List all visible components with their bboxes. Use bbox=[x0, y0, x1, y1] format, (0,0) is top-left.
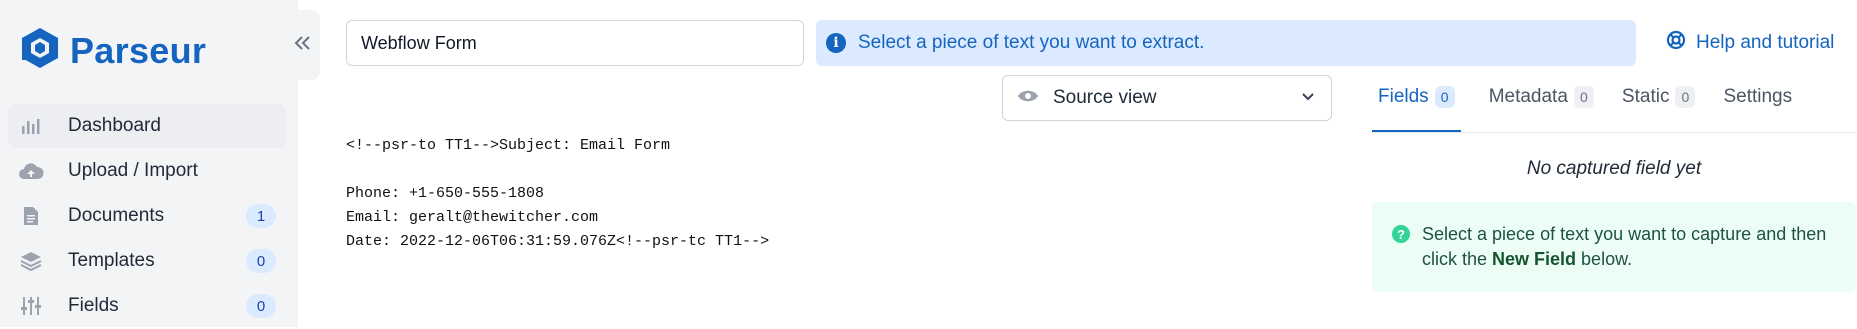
tab-count-badge: 0 bbox=[1434, 86, 1455, 108]
source-line[interactable]: Date: 2022-12-06T06:31:59.076Z<!--psr-tc… bbox=[346, 230, 769, 254]
tab-label: Static bbox=[1621, 86, 1670, 107]
info-banner: i Select a piece of text you want to ext… bbox=[816, 20, 1636, 66]
sidebar-item-label: Documents bbox=[68, 205, 165, 226]
view-mode-label: Source view bbox=[1053, 87, 1157, 108]
tab-count-badge: 0 bbox=[1573, 86, 1594, 108]
capture-help-box: ? Select a piece of text you want to cap… bbox=[1372, 202, 1856, 292]
info-message: Select a piece of text you want to extra… bbox=[858, 32, 1205, 53]
tab-count-badge: 0 bbox=[1675, 86, 1696, 108]
tab-label: Metadata bbox=[1488, 86, 1568, 107]
sidebar-item-label: Fields bbox=[68, 295, 119, 316]
tab-settings[interactable]: Settings bbox=[1723, 80, 1792, 132]
tab-fields[interactable]: Fields 0 bbox=[1372, 80, 1461, 132]
sidebar-item-documents[interactable]: Documents 1 bbox=[8, 194, 286, 238]
capture-help-text: Select a piece of text you want to captu… bbox=[1422, 222, 1836, 292]
collapse-sidebar-button[interactable] bbox=[284, 10, 320, 80]
new-field-emphasis: New Field bbox=[1492, 249, 1577, 269]
source-line[interactable]: Email: geralt@thewitcher.com bbox=[346, 206, 769, 230]
sidebar-item-label: Dashboard bbox=[68, 115, 161, 136]
document-source-content[interactable]: <!--psr-to TT1-->Subject: Email Form Pho… bbox=[346, 134, 769, 254]
brand-name: Parseur bbox=[70, 29, 207, 71]
tab-metadata[interactable]: Metadata 0 bbox=[1489, 80, 1594, 132]
source-line[interactable]: Phone: +1-650-555-1808 bbox=[346, 182, 769, 206]
help-and-tutorial-link[interactable]: Help and tutorial bbox=[1666, 30, 1834, 56]
double-chevron-left-icon bbox=[293, 34, 311, 57]
sidebar-nav: Dashboard Upload / Import Documents 1 Te… bbox=[8, 104, 286, 329]
cloud-upload-icon bbox=[18, 158, 44, 184]
chevron-down-icon bbox=[1301, 90, 1315, 109]
tab-static[interactable]: Static 0 bbox=[1622, 80, 1696, 132]
panel-tabs: Fields 0 Metadata 0 Static 0 Settings bbox=[1372, 80, 1856, 133]
empty-fields-message: No captured field yet bbox=[1526, 158, 1702, 179]
templates-count-badge: 0 bbox=[246, 249, 276, 273]
eye-icon bbox=[1017, 89, 1039, 108]
tab-label: Settings bbox=[1723, 86, 1793, 107]
sidebar-item-fields[interactable]: Fields 0 bbox=[8, 284, 286, 328]
sidebar-item-label: Templates bbox=[68, 250, 155, 271]
info-icon: i bbox=[826, 33, 846, 53]
sidebar-item-dashboard[interactable]: Dashboard bbox=[8, 104, 286, 148]
documents-count-badge: 1 bbox=[246, 204, 276, 228]
logo[interactable]: Parseur bbox=[20, 26, 206, 75]
question-icon: ? bbox=[1392, 225, 1410, 243]
view-mode-select[interactable]: Source view bbox=[1002, 75, 1332, 121]
source-line[interactable] bbox=[346, 158, 769, 182]
sidebar-item-upload-import[interactable]: Upload / Import bbox=[8, 149, 286, 193]
document-icon bbox=[18, 203, 44, 229]
mailbox-name-input[interactable] bbox=[346, 20, 804, 66]
chart-icon bbox=[18, 113, 44, 139]
source-line[interactable]: <!--psr-to TT1-->Subject: Email Form bbox=[346, 134, 769, 158]
sidebar-item-templates[interactable]: Templates 0 bbox=[8, 239, 286, 283]
layers-icon bbox=[18, 248, 44, 274]
lifebuoy-icon bbox=[1666, 30, 1686, 56]
parseur-logo-icon bbox=[20, 26, 60, 75]
tab-label: Fields bbox=[1378, 86, 1429, 107]
sidebar-item-label: Upload / Import bbox=[68, 160, 198, 181]
help-text-after: below. bbox=[1576, 249, 1633, 269]
help-label: Help and tutorial bbox=[1696, 32, 1835, 53]
sidebar: Parseur Dashboard Upload / Import Docume… bbox=[0, 0, 298, 327]
sliders-icon bbox=[18, 293, 44, 319]
fields-count-badge: 0 bbox=[246, 294, 276, 318]
